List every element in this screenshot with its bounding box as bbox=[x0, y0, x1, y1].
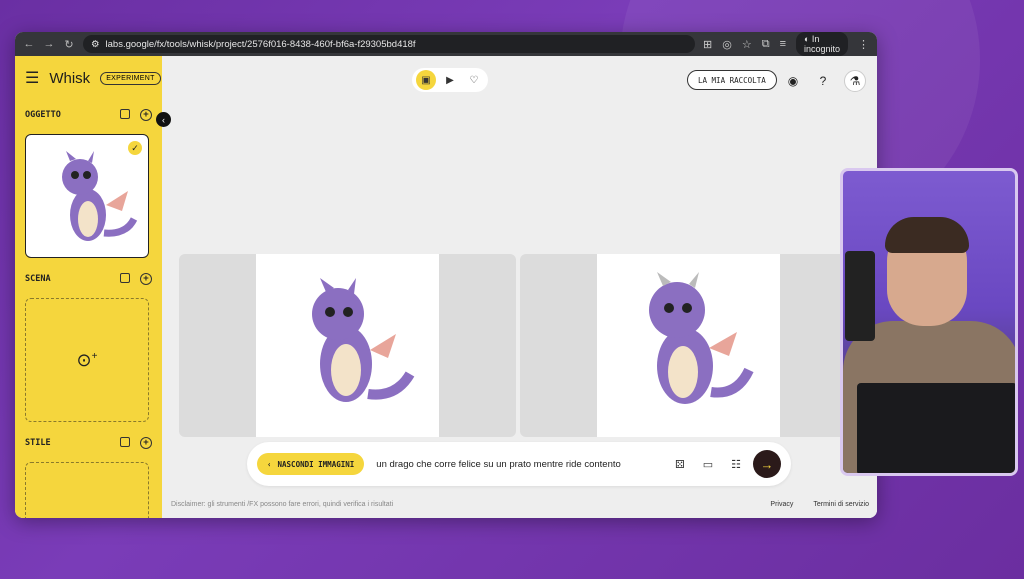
dice-icon[interactable] bbox=[120, 109, 130, 119]
section-scene-title: SCENA bbox=[25, 274, 51, 284]
main-canvas: ▣ ▶ ♡ LA MIA RACCOLTA ◉ ? ⚗ ‹ NASCONDI I… bbox=[162, 56, 877, 518]
presenter-hair bbox=[885, 217, 969, 253]
bookmark-star-icon[interactable]: ☆ bbox=[742, 38, 752, 51]
dice-icon[interactable] bbox=[120, 273, 130, 283]
section-style: STILE + bbox=[25, 428, 152, 458]
check-icon: ✓ bbox=[128, 141, 142, 155]
section-style-title: STILE bbox=[25, 438, 51, 448]
hide-images-button[interactable]: ‹ NASCONDI IMMAGINI bbox=[257, 453, 365, 475]
dice-icon[interactable] bbox=[120, 437, 130, 447]
settings-sliders-icon[interactable]: ☷ bbox=[731, 458, 741, 471]
disclaimer-text: Disclaimer: gli strumenti /FX possono fa… bbox=[171, 501, 394, 508]
hide-images-label: NASCONDI IMMAGINI bbox=[277, 459, 355, 469]
reload-icon[interactable]: ↻ bbox=[63, 38, 75, 51]
brand-header: ☰ Whisk EXPERIMENT bbox=[25, 56, 161, 100]
translate-icon[interactable]: ⊞ bbox=[703, 38, 712, 51]
incognito-badge[interactable]: ◐ In incognito bbox=[795, 32, 849, 56]
chevron-left-icon: ‹ bbox=[267, 459, 272, 469]
experiment-badge: EXPERIMENT bbox=[100, 71, 161, 85]
section-object: OGGETTO + bbox=[25, 100, 152, 130]
result-image-1[interactable] bbox=[179, 254, 516, 437]
url-text: labs.google/fx/tools/whisk/project/2576f… bbox=[105, 38, 416, 50]
location-pin-icon: ⊙+ bbox=[76, 349, 98, 370]
laptop bbox=[857, 383, 1015, 473]
browser-window: ← → ↻ ⚙ labs.google/fx/tools/whisk/proje… bbox=[15, 32, 877, 518]
prompt-input[interactable]: un drago che corre felice su un prato me… bbox=[376, 459, 663, 470]
dragon-image-2 bbox=[649, 272, 754, 404]
footer: Disclaimer: gli strumenti /FX possono fa… bbox=[171, 501, 869, 508]
brand-name: Whisk bbox=[49, 69, 91, 87]
incognito-icon: ◐ bbox=[803, 34, 812, 44]
microphone bbox=[845, 251, 875, 341]
image-mode-icon[interactable]: ▣ bbox=[416, 70, 436, 90]
address-bar[interactable]: ⚙ labs.google/fx/tools/whisk/project/257… bbox=[83, 35, 695, 53]
back-icon[interactable]: ← bbox=[23, 38, 35, 50]
section-scene: SCENA + bbox=[25, 264, 152, 294]
eye-off-icon[interactable]: ◎ bbox=[722, 38, 732, 51]
video-mode-icon[interactable]: ▶ bbox=[440, 70, 460, 90]
add-icon[interactable]: + bbox=[140, 109, 152, 121]
discord-icon[interactable]: ◉ bbox=[784, 72, 802, 90]
collapse-sidebar-icon[interactable]: ‹ bbox=[156, 112, 171, 127]
webcam-overlay bbox=[840, 168, 1018, 476]
dragon-image-1 bbox=[312, 278, 415, 402]
add-icon[interactable]: + bbox=[140, 273, 152, 285]
my-collection-button[interactable]: LA MIA RACCOLTA bbox=[687, 70, 777, 90]
style-dropzone[interactable] bbox=[25, 462, 149, 518]
whisk-app: ☰ Whisk EXPERIMENT OGGETTO + ✓ SCENA + ⊙… bbox=[15, 56, 877, 518]
site-settings-icon[interactable]: ⚙ bbox=[91, 39, 100, 50]
result-image-2[interactable] bbox=[520, 254, 860, 437]
send-arrow-icon[interactable]: → bbox=[753, 450, 781, 478]
help-icon[interactable]: ? bbox=[814, 72, 832, 90]
section-object-title: OGGETTO bbox=[25, 110, 61, 120]
aspect-ratio-icon[interactable]: ▭ bbox=[703, 458, 713, 471]
forward-icon[interactable]: → bbox=[43, 38, 55, 50]
privacy-link[interactable]: Privacy bbox=[770, 501, 793, 508]
labs-flask-icon[interactable]: ⚗ bbox=[844, 70, 866, 92]
extensions-icon[interactable]: ⧉ bbox=[762, 38, 770, 51]
object-card[interactable]: ✓ bbox=[25, 134, 149, 258]
add-icon[interactable]: + bbox=[140, 437, 152, 449]
tab-search-icon[interactable]: ≡ bbox=[780, 38, 786, 50]
menu-icon[interactable]: ⋮ bbox=[858, 38, 869, 51]
favorites-heart-icon[interactable]: ♡ bbox=[464, 70, 484, 90]
mode-toolbar: ▣ ▶ ♡ bbox=[412, 68, 488, 92]
dice-icon[interactable]: ⚄ bbox=[675, 458, 685, 471]
scene-dropzone[interactable]: ⊙+ bbox=[25, 298, 149, 422]
terms-link[interactable]: Termini di servizio bbox=[813, 501, 869, 508]
sidebar: ☰ Whisk EXPERIMENT OGGETTO + ✓ SCENA + ⊙… bbox=[15, 56, 162, 518]
prompt-bar: ‹ NASCONDI IMMAGINI un drago che corre f… bbox=[247, 442, 791, 486]
hamburger-menu-icon[interactable]: ☰ bbox=[25, 68, 39, 88]
browser-toolbar: ← → ↻ ⚙ labs.google/fx/tools/whisk/proje… bbox=[15, 32, 877, 56]
